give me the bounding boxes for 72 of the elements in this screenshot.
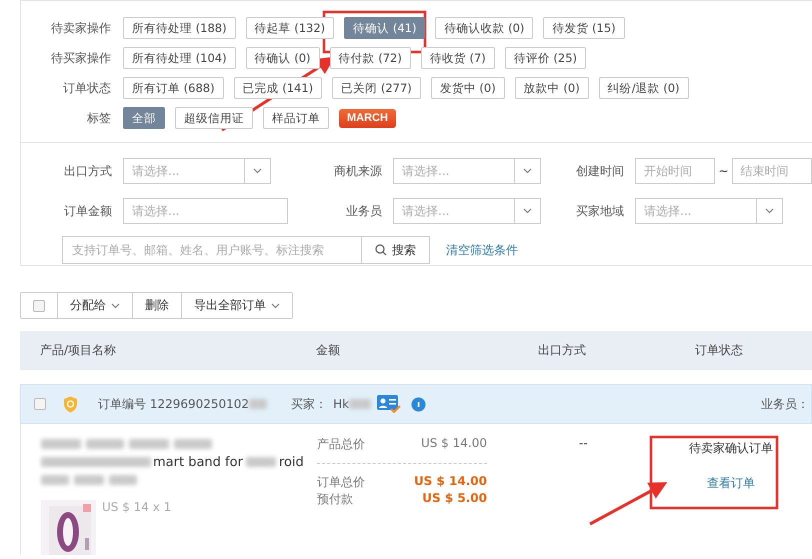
column-header: 订单状态 xyxy=(695,342,744,359)
product-title: roid xyxy=(278,455,304,470)
range-separator: ~ xyxy=(718,164,729,178)
filter-option[interactable]: 全部 xyxy=(123,107,165,129)
filter-option[interactable]: 待确认 (41) xyxy=(344,17,426,39)
filter-option[interactable]: 所有待处理 (104) xyxy=(123,47,236,69)
caret-icon xyxy=(523,208,532,214)
search-icon xyxy=(375,244,387,256)
caret-icon xyxy=(523,168,532,174)
clear-filters-link[interactable]: 清空筛选条件 xyxy=(446,242,518,258)
filter-option[interactable]: 待评价 (25) xyxy=(504,47,586,69)
filter-option[interactable]: 待发货 (15) xyxy=(543,17,625,39)
blurred-text xyxy=(86,439,124,450)
caret-icon xyxy=(253,168,262,174)
order-status: 待卖家确认订单 xyxy=(689,440,773,457)
filter-option[interactable]: 待确认 (0) xyxy=(246,47,320,69)
field-label: 出口方式 xyxy=(63,162,113,180)
blurred-text xyxy=(109,475,137,486)
buyer-name: Hk xyxy=(333,397,350,411)
unit-price: US $ 14 x 1 xyxy=(102,500,172,516)
order-number: 订单编号 1229690250102 xyxy=(98,396,250,412)
amount-label: 订单总价 xyxy=(317,474,366,491)
filter-option[interactable]: 待起草 (132) xyxy=(246,17,334,39)
order-checkbox[interactable] xyxy=(34,398,46,410)
column-header: 金额 xyxy=(316,342,341,359)
filter-option[interactable]: 待付款 (72) xyxy=(330,47,411,69)
filter-label: 待买家操作 xyxy=(50,50,111,66)
blurred-text xyxy=(349,399,372,409)
filter-label: 标签 xyxy=(86,110,111,126)
filter-option[interactable]: 已完成 (141) xyxy=(234,77,322,99)
amount-value: US $ 14.00 xyxy=(420,436,487,452)
blurred-text xyxy=(246,457,276,468)
filter-label: 订单状态 xyxy=(62,80,111,96)
caret-icon xyxy=(765,208,774,214)
amount-label: 预付款 xyxy=(317,491,354,508)
shipping-method: -- xyxy=(579,436,588,450)
filter-option[interactable]: 纠纷/退款 (0) xyxy=(598,77,689,99)
blurred-text xyxy=(41,475,69,486)
field-label: 业务员 xyxy=(345,202,383,220)
filter-option[interactable]: 待收货 (7) xyxy=(420,47,495,69)
column-header: 出口方式 xyxy=(538,342,587,359)
blurred-text xyxy=(174,439,212,450)
search-button[interactable]: 搜索 xyxy=(362,236,430,264)
shield-coin-icon xyxy=(63,396,78,412)
buyer-label: 买家： xyxy=(291,396,328,412)
field-label: 买家地域 xyxy=(575,202,625,220)
filter-label: 待卖家操作 xyxy=(50,20,111,36)
filter-option[interactable]: 待确认收款 (0) xyxy=(435,17,534,39)
field-label: 创建时间 xyxy=(575,162,625,180)
contact-card-icon xyxy=(377,395,402,413)
blurred-text xyxy=(74,475,104,486)
product-title: mart band for xyxy=(153,455,243,470)
blurred-text xyxy=(41,439,81,450)
blurred-text xyxy=(249,399,268,409)
filter-option[interactable]: 放款中 (0) xyxy=(514,77,589,99)
amount-value: US $ 5.00 xyxy=(421,491,487,507)
amount-value: US $ 14.00 xyxy=(412,474,487,490)
filter-option[interactable]: 已关闭 (277) xyxy=(332,77,421,99)
filter-option[interactable]: 样品订单 xyxy=(263,107,329,129)
filter-option[interactable]: 所有待处理 (188) xyxy=(123,17,236,39)
filter-option[interactable]: 发货中 (0) xyxy=(430,77,505,99)
field-label: 订单金额 xyxy=(63,202,113,220)
amount-label: 产品总价 xyxy=(317,436,366,453)
field-label: 商机来源 xyxy=(333,162,383,180)
view-order-link[interactable]: 查看订单 xyxy=(707,475,755,492)
column-header: 产品/项目名称 xyxy=(39,342,118,359)
filter-option[interactable]: 超级信用证 xyxy=(175,107,253,129)
select-all-checkbox[interactable] xyxy=(33,300,45,312)
salesperson-label: 业务员： xyxy=(761,396,809,412)
filter-option[interactable]: 所有订单 (688) xyxy=(123,77,224,99)
tag-badge[interactable]: MARCH xyxy=(339,108,396,128)
blurred-text xyxy=(129,439,169,450)
